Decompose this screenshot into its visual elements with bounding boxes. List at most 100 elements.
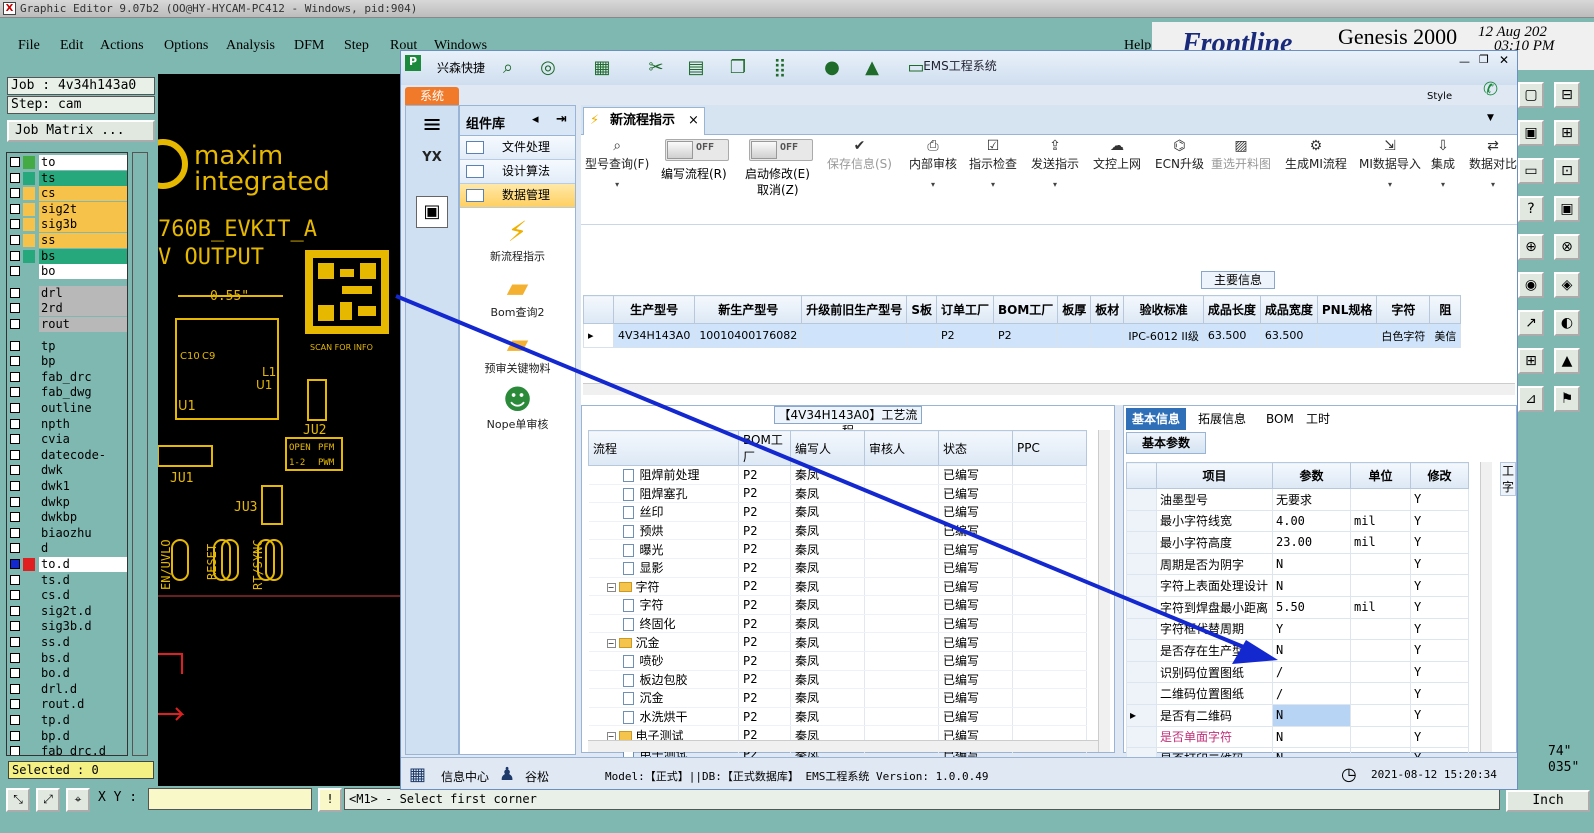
layer-row[interactable]: fab_dwg: [7, 385, 127, 401]
column-header[interactable]: BOM工厂: [738, 430, 791, 466]
tree-cell[interactable]: − 沉金: [588, 632, 739, 652]
layer-checkbox[interactable]: [10, 527, 20, 538]
layer-checkbox[interactable]: [10, 652, 20, 663]
layer-checkbox[interactable]: [10, 319, 20, 329]
layer-row[interactable]: bo.d: [7, 666, 127, 682]
table-row[interactable]: 板边包胶 P2 秦凤 已编写: [588, 670, 1087, 690]
dropdown-icon[interactable]: ▾: [909, 180, 957, 189]
table-cell[interactable]: P2: [992, 323, 1059, 348]
param-val[interactable]: /: [1272, 682, 1351, 705]
param-val[interactable]: N: [1272, 725, 1351, 749]
flow-hscrollbar[interactable]: [588, 740, 1098, 752]
tool-button-icon[interactable]: ▣: [1518, 120, 1544, 146]
column-header[interactable]: PPC: [1012, 430, 1087, 466]
layer-row[interactable]: to: [7, 155, 127, 170]
layer-checkbox[interactable]: [10, 371, 20, 382]
layer-scrollbar[interactable]: [132, 152, 148, 756]
toolbar-button[interactable]: ⇲ MI数据导入 ▾: [1359, 137, 1421, 189]
table-cell[interactable]: 10010400176082: [694, 323, 803, 348]
layer-row[interactable]: bs.d: [7, 650, 127, 666]
tool-button-icon[interactable]: ⊡: [1554, 158, 1580, 184]
xy-input[interactable]: [148, 788, 312, 810]
column-header[interactable]: 升级前旧生产型号: [801, 295, 908, 324]
param-tab[interactable]: BOM: [1260, 408, 1300, 430]
column-header[interactable]: 修改: [1410, 462, 1469, 489]
collapse-icon[interactable]: ◂: [532, 112, 539, 127]
menu-step[interactable]: Step: [344, 38, 369, 54]
table-row[interactable]: 是否存在生产型号 N Y: [1126, 639, 1469, 662]
restore-button[interactable]: ❐: [1479, 53, 1489, 66]
layer-checkbox[interactable]: [10, 699, 20, 710]
column-header[interactable]: 生产型号: [612, 295, 696, 324]
phone-icon[interactable]: ✆: [1483, 79, 1498, 100]
layer-checkbox[interactable]: [10, 219, 20, 230]
menu-dfm[interactable]: DFM: [294, 38, 324, 54]
tool-button-icon[interactable]: ⊿: [1518, 386, 1544, 412]
tool-button-icon[interactable]: ▲: [1554, 348, 1580, 374]
zoom-select-button[interactable]: ⤢: [36, 788, 60, 812]
layer-checkbox[interactable]: [10, 715, 20, 725]
layer-row[interactable]: sig3b.d: [7, 619, 127, 635]
table-row[interactable]: 曝光 P2 秦凤 已编写: [588, 539, 1087, 559]
tool-button-icon[interactable]: ◉: [1518, 272, 1544, 298]
toolbar-button[interactable]: ⌬ ECN升级: [1155, 137, 1204, 172]
param-tab[interactable]: 基本信息: [1126, 408, 1187, 430]
table-cell[interactable]: 63.500: [1202, 323, 1261, 348]
column-header[interactable]: 参数: [1272, 462, 1351, 489]
column-header[interactable]: 单位: [1350, 462, 1411, 489]
minimize-button[interactable]: —: [1459, 55, 1470, 68]
tree-cell[interactable]: 阻焊塞孔: [588, 484, 739, 504]
toolbar-button[interactable]: ⇄ 数据对比 ▾: [1469, 137, 1517, 189]
collapse-icon[interactable]: −: [606, 582, 616, 592]
tab-close-icon[interactable]: ×: [688, 108, 699, 134]
table-row[interactable]: 显影 P2 秦凤 已编写: [588, 558, 1087, 578]
layer-checkbox[interactable]: [10, 574, 20, 585]
table-row[interactable]: 识别码位置图纸 / Y: [1126, 660, 1469, 684]
tool-button-icon[interactable]: ⊗: [1554, 234, 1580, 260]
layer-checkbox[interactable]: [10, 621, 20, 632]
layer-row[interactable]: 2rd: [7, 301, 127, 317]
tree-cell[interactable]: 字符: [588, 595, 739, 615]
comp-item[interactable]: 文件处理: [460, 136, 575, 160]
cancel-label[interactable]: 取消(Z): [757, 181, 799, 198]
table-row[interactable]: 最小字符高度 23.00 mil Y: [1126, 531, 1469, 554]
table-cell[interactable]: 4V34H143A0: [612, 323, 696, 348]
menu-icon[interactable]: ≡: [406, 110, 458, 138]
table-cell[interactable]: 白色字符: [1376, 323, 1431, 348]
layer-checkbox[interactable]: [10, 590, 20, 601]
component-shortcut[interactable]: ⚡ 新流程指示: [460, 216, 575, 264]
table-row[interactable]: ▸ 4V34H143A0 10010400176082 P2 P2 IPC-6012 II…: [583, 323, 1462, 348]
tool-button-icon[interactable]: ⊕: [1518, 234, 1544, 260]
table-row[interactable]: 油墨型号 无要求 Y: [1126, 488, 1469, 511]
toggle-switch[interactable]: OFF: [749, 139, 813, 161]
layer-row[interactable]: d: [7, 541, 127, 557]
info-center-link[interactable]: 信息中心: [441, 768, 489, 785]
component-shortcut[interactable]: ▰ 预审关键物料: [460, 328, 575, 376]
table-cell[interactable]: 美信: [1429, 323, 1462, 348]
layer-row[interactable]: tp.d: [7, 713, 127, 728]
menu-analysis[interactable]: Analysis: [226, 38, 275, 54]
table-cell[interactable]: [1090, 323, 1125, 348]
param-tab[interactable]: 工时: [1300, 408, 1336, 430]
column-header[interactable]: 新生产型号: [694, 295, 803, 324]
toolbar-button[interactable]: ⇩ 集成 ▾: [1431, 137, 1455, 189]
layer-row[interactable]: dwkp: [7, 494, 127, 510]
component-shortcut[interactable]: ▰ Bom查询2: [460, 272, 575, 320]
layer-row[interactable]: fab_drc.d: [7, 744, 127, 755]
table-cell[interactable]: [906, 323, 937, 348]
dropdown-icon[interactable]: ▾: [1469, 180, 1517, 189]
tree-cell[interactable]: 曝光: [588, 539, 739, 559]
column-header[interactable]: 成品长度: [1202, 295, 1261, 324]
layer-row[interactable]: dwkbp: [7, 510, 127, 526]
table-row[interactable]: 预烘 P2 秦凤 已编写: [588, 521, 1087, 541]
tool-button-icon[interactable]: ◐: [1554, 310, 1580, 336]
table-cell[interactable]: [801, 323, 908, 348]
tool-button-icon[interactable]: ◈: [1554, 272, 1580, 298]
layer-checkbox[interactable]: [10, 266, 20, 277]
menu-options[interactable]: Options: [164, 38, 208, 54]
menu-file[interactable]: File: [18, 38, 40, 54]
column-header[interactable]: BOM工厂: [992, 295, 1059, 324]
layer-row[interactable]: sig2t: [7, 201, 127, 217]
column-header[interactable]: 阻: [1429, 295, 1462, 324]
toolbar-button[interactable]: ⇪ 发送指示 ▾: [1031, 137, 1079, 189]
